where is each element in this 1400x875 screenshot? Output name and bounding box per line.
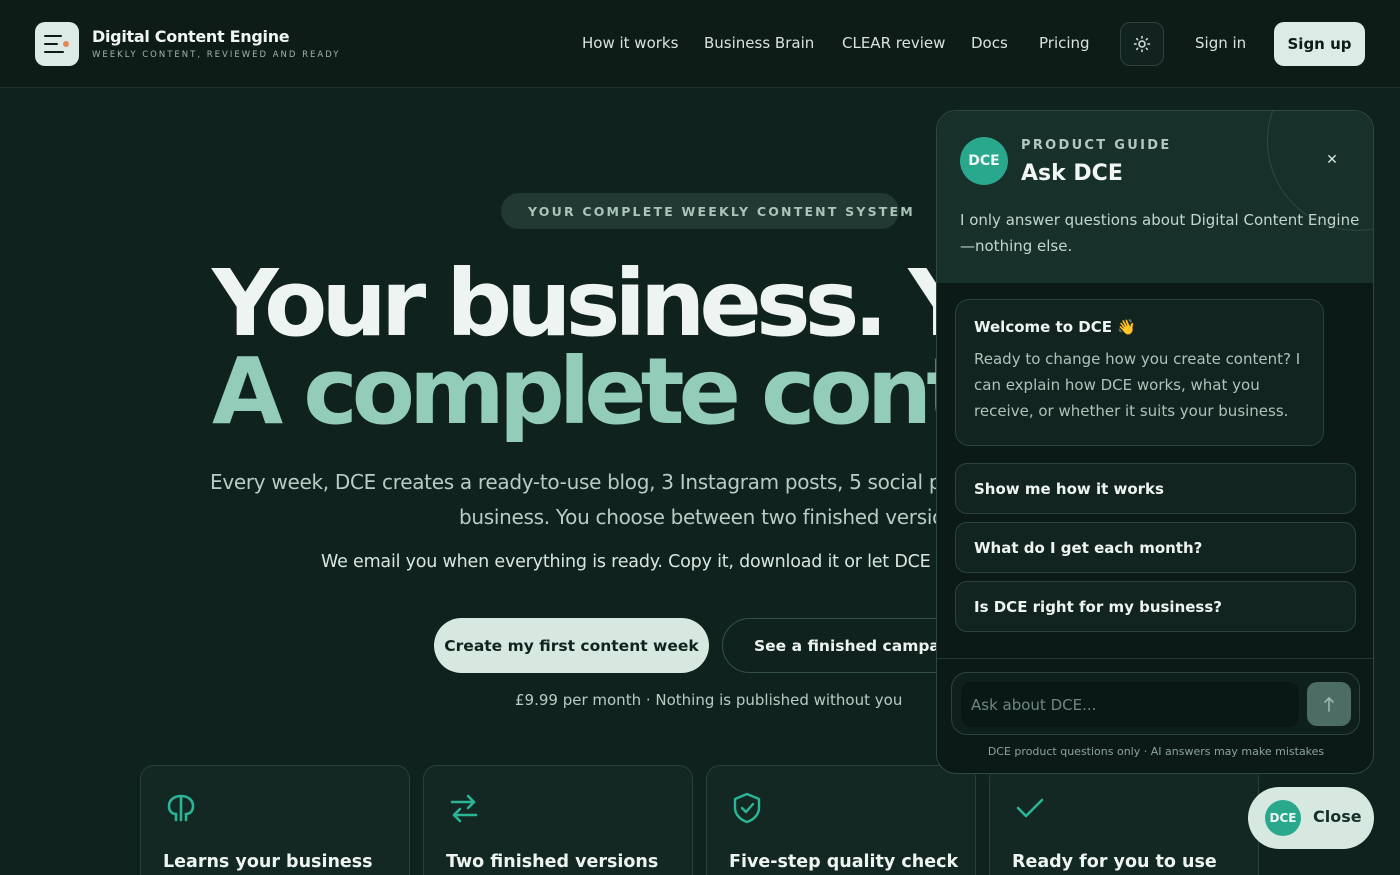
nav-link-docs[interactable]: Docs [971,34,1008,52]
chat-divider [937,658,1373,659]
hero-subtitle-line1: Every week, DCE creates a ready-to-use b… [210,470,1007,494]
chat-disclaimer: DCE product questions only · AI answers … [987,745,1325,758]
chat-kicker: PRODUCT GUIDE [1021,138,1172,153]
chat-header: DCE PRODUCT GUIDE Ask DCE ✕ I only answe… [937,111,1373,283]
chat-avatar: DCE [960,137,1008,185]
nav-link-pricing[interactable]: Pricing [1039,34,1090,52]
feature-card-quality-check: Five-step quality check [706,765,976,875]
nav-link-business-brain[interactable]: Business Brain [704,34,814,52]
suggestion-how-it-works[interactable]: Show me how it works [955,463,1356,514]
brand-name[interactable]: Digital Content Engine [92,27,290,46]
logo-line [44,35,62,37]
suggestion-right-for-business[interactable]: Is DCE right for my business? [955,581,1356,632]
swap-arrows-icon [450,794,478,823]
feature-card-learns-business: Learns your business [140,765,410,875]
suggestion-monthly-content[interactable]: What do I get each month? [955,522,1356,573]
price-note: £9.99 per month · Nothing is published w… [515,691,903,709]
feature-title: Learns your business [163,852,373,872]
nav-link-clear-review[interactable]: CLEAR review [842,34,945,52]
chat-panel: DCE PRODUCT GUIDE Ask DCE ✕ I only answe… [936,110,1374,774]
launcher-avatar: DCE [1265,800,1301,836]
logo-line [44,43,58,45]
welcome-body: Ready to change how you create content? … [974,350,1301,420]
chat-input[interactable] [961,682,1299,727]
sign-up-button[interactable]: Sign up [1274,22,1365,66]
sun-icon [1133,35,1151,53]
feature-card-two-versions: Two finished versions [423,765,693,875]
welcome-title: Welcome to DCE 👋 [974,318,1136,336]
hero-subtitle-line2: business. You choose between two finishe… [459,505,967,529]
top-navigation-bar: Digital Content Engine WEEKLY CONTENT, R… [0,0,1400,88]
hero-email-note: We email you when everything is ready. C… [321,552,973,572]
nav-link-how-it-works[interactable]: How it works [582,34,678,52]
chat-launcher-close-button[interactable]: DCE Close [1248,787,1374,849]
create-first-week-button[interactable]: Create my first content week [434,618,709,673]
brand-tagline: WEEKLY CONTENT, REVIEWED AND READY [92,50,341,60]
welcome-message: Welcome to DCE 👋 Ready to change how you… [955,299,1324,446]
hero-eyebrow: YOUR COMPLETE WEEKLY CONTENT SYSTEM [528,203,915,219]
logo-dot [63,41,69,47]
send-button[interactable] [1307,682,1351,726]
chat-composer [951,672,1360,735]
hero-eyebrow-pill: YOUR COMPLETE WEEKLY CONTENT SYSTEM [501,193,913,229]
sign-in-link[interactable]: Sign in [1195,34,1246,52]
menu-lines-icon[interactable] [35,22,79,66]
close-icon[interactable]: ✕ [1318,146,1346,174]
shield-check-icon [733,792,761,824]
checkmark-icon [1016,798,1044,818]
arrow-up-icon [1324,697,1334,712]
brain-icon [167,794,195,822]
logo-line [44,51,64,53]
launcher-label: Close [1313,807,1362,826]
chat-title: Ask DCE [1021,161,1123,186]
feature-title: Two finished versions [446,852,659,872]
feature-card-ready-to-use: Ready for you to use [989,765,1259,875]
chat-description: I only answer questions about Digital Co… [960,211,1360,255]
feature-title: Five-step quality check [729,852,959,872]
feature-title: Ready for you to use [1012,852,1217,872]
theme-toggle-button[interactable] [1120,22,1164,66]
